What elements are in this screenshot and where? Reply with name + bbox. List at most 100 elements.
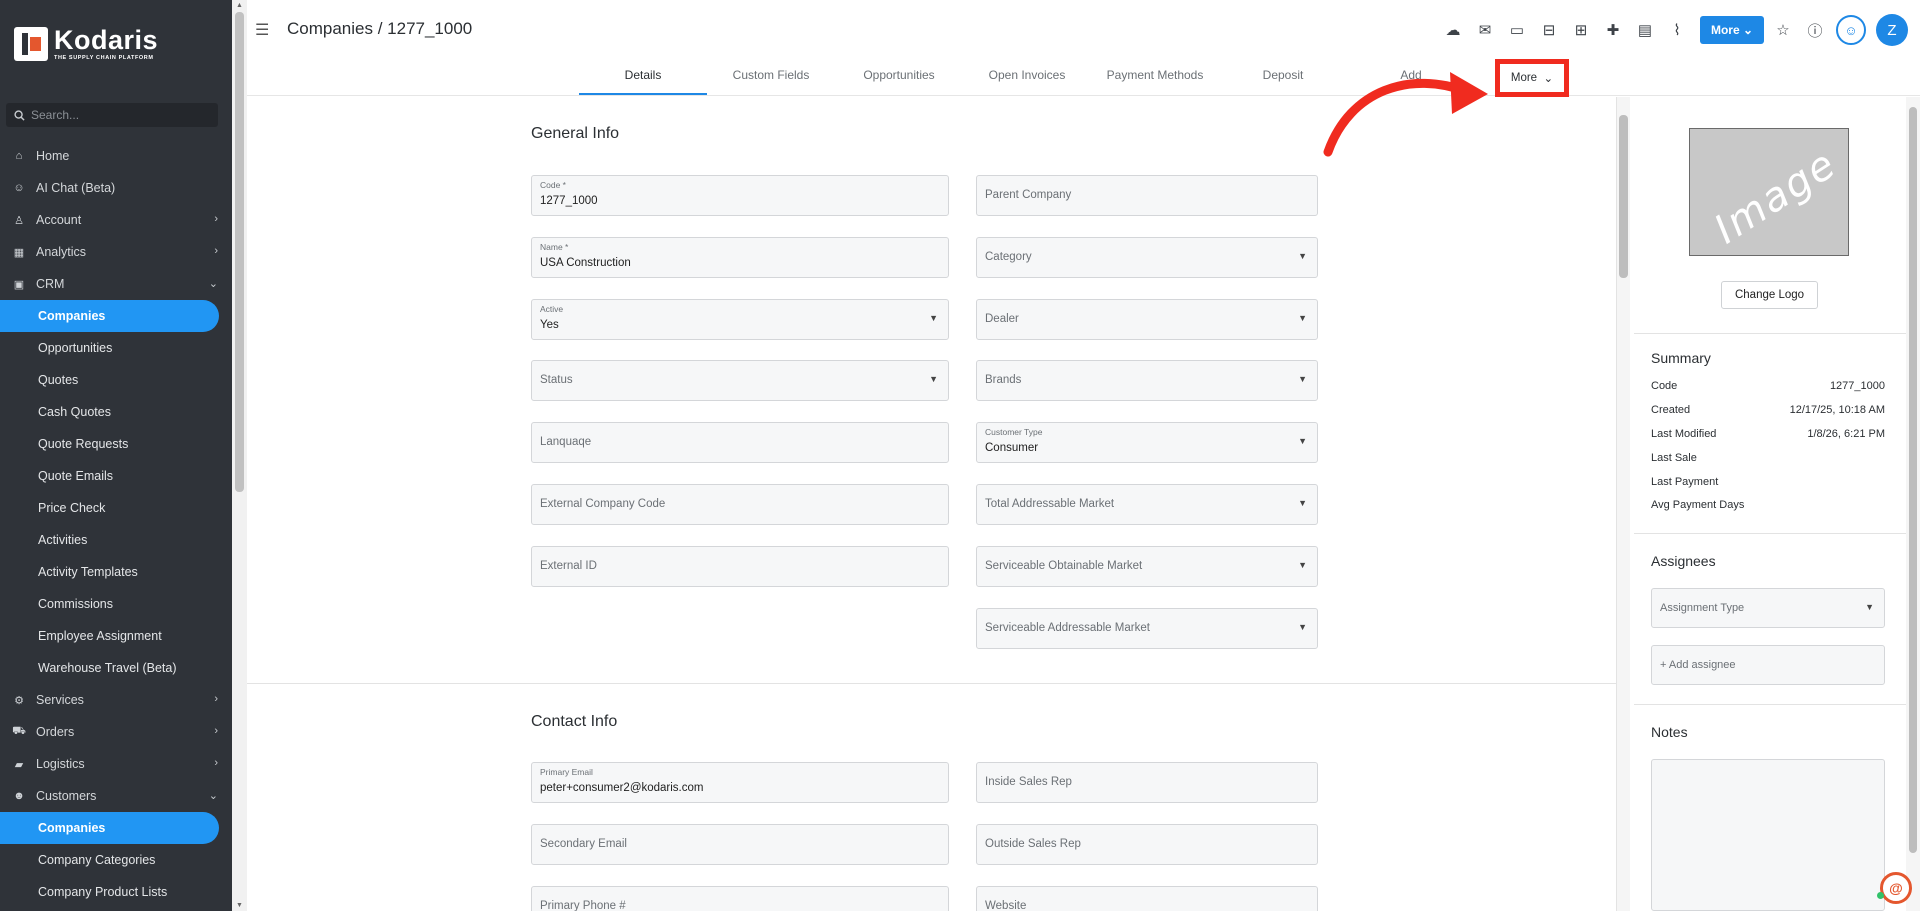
tab-opportunities[interactable]: Opportunities <box>835 56 963 95</box>
tab-open-invoices[interactable]: Open Invoices <box>963 56 1091 95</box>
website-field[interactable]: Website <box>976 886 1318 911</box>
sidebar-item-customers-companies[interactable]: Companies <box>0 812 219 844</box>
dealer-select[interactable]: Dealer ▼ <box>976 299 1318 340</box>
name-field[interactable]: Name * USA Construction <box>531 237 949 278</box>
sidebar-item-warehouse-travel[interactable]: Warehouse Travel (Beta) <box>0 652 232 684</box>
chevron-right-icon: › <box>214 245 218 257</box>
sidebar-item-home[interactable]: ⌂ Home <box>0 140 232 172</box>
outside-sales-rep-field[interactable]: Outside Sales Rep <box>976 824 1318 865</box>
sidebar-item-cash-quotes[interactable]: Cash Quotes <box>0 396 232 428</box>
sidebar-item-price-check[interactable]: Price Check <box>0 492 232 524</box>
sidebar-search[interactable] <box>6 103 218 127</box>
paperclip-icon[interactable]: ⌇ <box>1664 16 1690 44</box>
more-actions-button[interactable]: More ⌄ <box>1700 16 1764 44</box>
sidebar-item-quotes[interactable]: Quotes <box>0 364 232 396</box>
external-company-code-field[interactable]: External Company Code <box>531 484 949 525</box>
primary-phone-placeholder: Primary Phone # <box>540 900 626 911</box>
document-icon[interactable]: ▤ <box>1632 16 1658 44</box>
tab-payment-methods[interactable]: Payment Methods <box>1091 56 1219 95</box>
gift-icon[interactable]: ⊟ <box>1536 16 1562 44</box>
inside-sales-rep-field[interactable]: Inside Sales Rep <box>976 762 1318 803</box>
tam-select[interactable]: Total Addressable Market ▼ <box>976 484 1318 525</box>
assignment-type-select[interactable]: Assignment Type ▼ <box>1651 588 1885 628</box>
brands-select[interactable]: Brands ▼ <box>976 360 1318 401</box>
kodaris-logo[interactable]: Kodaris THE SUPPLY CHAIN PLATFORM <box>14 26 158 61</box>
tab-custom-fields[interactable]: Custom Fields <box>707 56 835 95</box>
ai-assistant-icon[interactable]: ☺ <box>1836 15 1866 45</box>
sam-select[interactable]: Serviceable Addressable Market ▼ <box>976 608 1318 649</box>
caret-down-icon: ▼ <box>1298 251 1307 261</box>
scrollbar-thumb[interactable] <box>1909 107 1917 853</box>
brands-placeholder: Brands <box>985 374 1022 386</box>
som-select[interactable]: Serviceable Obtainable Market ▼ <box>976 546 1318 587</box>
sidebar-item-analytics[interactable]: ▦ Analytics › <box>0 236 232 268</box>
sidebar-item-activity-templates[interactable]: Activity Templates <box>0 556 232 588</box>
scroll-down-icon[interactable]: ▼ <box>236 902 243 909</box>
sidebar-scrollbar[interactable]: ▲ ▼ <box>232 0 247 911</box>
assignees-title: Assignees <box>1651 553 1716 569</box>
add-assignee-field[interactable]: + Add assignee <box>1651 645 1885 685</box>
sidebar-item-orders[interactable]: ⛟ Orders › <box>0 716 232 748</box>
help-chat-icon[interactable]: @ <box>1877 872 1912 904</box>
notes-title: Notes <box>1651 724 1688 740</box>
credit-card-icon[interactable]: ▭ <box>1504 16 1530 44</box>
primary-phone-field[interactable]: Primary Phone # <box>531 886 949 911</box>
scroll-up-icon[interactable]: ▲ <box>236 2 243 9</box>
sidebar-item-services[interactable]: ⚙ Services › <box>0 684 232 716</box>
sidebar-item-quote-emails[interactable]: Quote Emails <box>0 460 232 492</box>
sidebar-item-company-categories[interactable]: Company Categories <box>0 844 232 876</box>
sidebar-search-input[interactable] <box>31 108 201 122</box>
customers-icon: ☻ <box>13 790 25 802</box>
tab-details[interactable]: Details <box>579 56 707 95</box>
secondary-email-field[interactable]: Secondary Email <box>531 824 949 865</box>
sidebar-item-account[interactable]: ♙ Account › <box>0 204 232 236</box>
sidebar-item-employee-assignment[interactable]: Employee Assignment <box>0 620 232 652</box>
sidebar-item-company-product-lists[interactable]: Company Product Lists <box>0 876 232 908</box>
language-placeholder: Lanquaqe <box>540 436 592 448</box>
customer-type-value: Consumer <box>985 442 1039 454</box>
sidebar: Kodaris THE SUPPLY CHAIN PLATFORM ⌂Home … <box>0 0 232 911</box>
sidebar-item-quote-requests[interactable]: Quote Requests <box>0 428 232 460</box>
customer-type-select[interactable]: Customer Type Consumer ▼ <box>976 422 1318 463</box>
help-icon[interactable]: ⓘ <box>1802 16 1828 44</box>
external-id-field[interactable]: External ID <box>531 546 949 587</box>
add-assignee-placeholder: + Add assignee <box>1660 659 1736 671</box>
sidebar-item-activities[interactable]: Activities <box>0 524 232 556</box>
scrollbar-thumb[interactable] <box>235 12 244 492</box>
notes-textarea[interactable] <box>1651 759 1885 911</box>
caret-down-icon: ▼ <box>1865 602 1874 612</box>
panel-scrollbar[interactable] <box>1906 97 1920 911</box>
menu-icon[interactable]: ☰ <box>255 20 271 40</box>
user-avatar[interactable]: Z <box>1876 14 1908 46</box>
sidebar-item-crm[interactable]: ▣ CRM ⌄ <box>0 268 232 300</box>
summary-row-code: Code 1277_1000 <box>1651 380 1885 392</box>
language-field[interactable]: Lanquaqe <box>531 422 949 463</box>
star-icon[interactable]: ☆ <box>1770 16 1796 44</box>
chevron-right-icon: › <box>214 757 218 769</box>
screen-add-icon[interactable]: ⊞ <box>1568 16 1594 44</box>
person-add-icon[interactable]: ✚ <box>1600 16 1626 44</box>
status-select[interactable]: Status ▼ <box>531 360 949 401</box>
mail-icon[interactable]: ✉ <box>1472 16 1498 44</box>
sidebar-item-opportunities[interactable]: Opportunities <box>0 332 232 364</box>
scrollbar-thumb[interactable] <box>1619 115 1628 278</box>
sidebar-item-customers[interactable]: ☻ Customers ⌄ <box>0 780 232 812</box>
form-scrollbar[interactable] <box>1617 97 1630 911</box>
active-select[interactable]: Active Yes ▼ <box>531 299 949 340</box>
chevron-right-icon: › <box>214 213 218 225</box>
category-select[interactable]: Category ▼ <box>976 237 1318 278</box>
home-icon: ⌂ <box>15 150 23 162</box>
sidebar-item-logistics[interactable]: ▰ Logistics › <box>0 748 232 780</box>
orders-icon: ⛟ <box>12 725 26 737</box>
chevron-down-icon: ⌄ <box>208 278 218 290</box>
sidebar-item-ai-chat[interactable]: ☺ AI Chat (Beta) <box>0 172 232 204</box>
tab-more-dropdown[interactable]: More ⌄ <box>1495 59 1569 97</box>
change-logo-button[interactable]: Change Logo <box>1721 281 1818 309</box>
primary-email-field[interactable]: Primary Email peter+consumer2@kodaris.co… <box>531 762 949 803</box>
parent-company-field[interactable]: Parent Company <box>976 175 1318 216</box>
code-field[interactable]: Code * 1277_1000 <box>531 175 949 216</box>
primary-email-value: peter+consumer2@kodaris.com <box>540 782 704 794</box>
sidebar-item-commissions[interactable]: Commissions <box>0 588 232 620</box>
cloud-upload-icon[interactable]: ☁ <box>1440 16 1466 44</box>
sidebar-item-crm-companies[interactable]: Companies <box>0 300 219 332</box>
